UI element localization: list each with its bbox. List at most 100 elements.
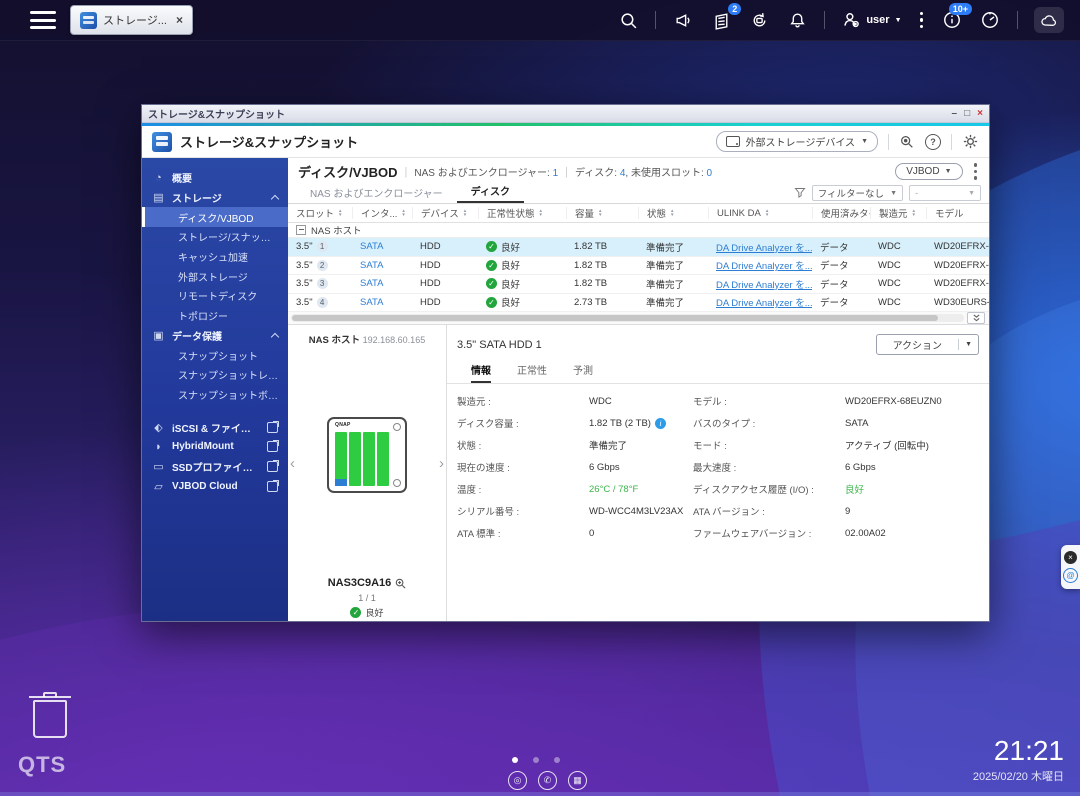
field-value: 6 Gbps [589,460,689,474]
sidebar-item-snapshot-vault[interactable]: スナップショットボールト [142,385,288,405]
sidebar-item-cache-acceleration[interactable]: キャッシュ加速 [142,247,288,267]
sidebar-item-overview[interactable]: ◔ 概要 [142,168,288,188]
notification-center-icon[interactable]: 10+ [941,9,963,31]
close-icon[interactable]: × [176,13,183,27]
tab-information[interactable]: 情報 [471,362,491,383]
recycle-bin[interactable] [22,700,78,738]
drive-bay-2[interactable] [349,432,361,486]
collapse-icon[interactable] [296,225,306,235]
action-button-label: アクション [877,335,959,354]
column-header-status[interactable]: 状態▲▼ [638,207,708,219]
scrollbar-track[interactable] [291,314,964,322]
column-header-manufacturer[interactable]: 製造元▲▼ [870,207,926,219]
column-header-device[interactable]: デバイス▲▼ [412,207,478,219]
field-label: 温度 : [457,482,585,496]
page-more-options-icon[interactable] [972,161,980,182]
header-divider [888,134,889,150]
secondary-filter-value: - [915,188,918,199]
announcement-icon[interactable] [672,9,694,31]
sidebar-group-storage[interactable]: ▤ ストレージ [142,188,288,208]
sidebar-item-snapshot[interactable]: スナップショット [142,345,288,365]
notifications-bell-icon[interactable] [786,9,808,31]
myqnapcloud-icon[interactable] [1034,7,1064,33]
da-drive-analyzer-link[interactable]: DA Drive Analyzer を... [716,240,812,254]
column-header-used-type[interactable]: 使用済みタイ... [812,207,870,219]
minimize-icon[interactable]: – [952,109,958,119]
table-row[interactable]: 3.5"4 SATA HDD ✓良好 2.73 TB 準備完了 DA Drive… [288,294,989,313]
taskbar-app-tab[interactable]: ストレージ... × [70,5,193,35]
close-window-icon[interactable]: × [977,109,983,119]
scrollbar-thumb[interactable] [292,315,938,321]
sidebar-item-disk-vjbod[interactable]: ディスク/VJBOD [142,207,288,227]
sidebar-item-ssd-profiling[interactable]: ▭ SSDプロファイリン... [142,457,288,477]
tab-health[interactable]: 正常性 [517,362,547,383]
tab-nas-enclosure[interactable]: NAS およびエンクロージャー [296,185,457,203]
column-header-capacity[interactable]: 容量▲▼ [566,207,638,219]
table-row[interactable]: 3.5"1 SATA HDD ✓良好 1.82 TB 準備完了 DA Drive… [288,238,989,257]
storage-snapshots-window: ストレージ&スナップショット – □ × ストレージ&スナップショット 外部スト… [141,104,990,622]
drive-bay-1[interactable] [335,432,347,486]
column-header-slot[interactable]: スロット▲▼ [288,207,352,219]
sidebar-group-data-protection[interactable]: ▣ データ保護 [142,326,288,346]
drive-bay-4[interactable] [377,432,389,486]
dashboard-icon[interactable] [979,9,1001,31]
info-icon[interactable]: i [655,418,666,429]
sidebar-item-remote-disk[interactable]: リモートディスク [142,286,288,306]
da-drive-analyzer-link[interactable]: DA Drive Analyzer を... [716,295,812,309]
table-row[interactable]: 3.5"2 SATA HDD ✓良好 1.82 TB 準備完了 DA Drive… [288,257,989,276]
da-drive-analyzer-link[interactable]: DA Drive Analyzer を... [716,258,812,272]
controller-icon[interactable]: × [1064,551,1077,564]
column-header-model[interactable]: モデル [926,207,989,219]
sidebar-item-vjbod-cloud[interactable]: ▱ VJBOD Cloud [142,476,288,496]
field-label: ディスクアクセス履歴 (I/O) : [693,482,841,496]
user-menu[interactable]: user ▼ [841,10,901,30]
desktop-page-dot-3[interactable] [554,757,560,763]
sidebar-item-storage-snapshots[interactable]: ストレージ/スナップショ... [142,227,288,247]
desktop-switch-icon[interactable]: ◎ [508,771,527,790]
app-grid-icon[interactable]: ▦ [568,771,587,790]
sidebar-item-external-storage[interactable]: 外部ストレージ [142,266,288,286]
desktop-page-dot-2[interactable] [533,757,539,763]
sync-icon[interactable] [748,9,770,31]
tab-disk[interactable]: ディスク [457,183,524,203]
prev-device-chevron[interactable]: ‹ [290,455,295,472]
more-options-icon[interactable] [918,10,926,31]
da-drive-analyzer-link[interactable]: DA Drive Analyzer を... [716,277,812,291]
user-icon [841,10,861,30]
vjbod-button[interactable]: VJBOD ▼ [895,163,962,180]
table-row[interactable]: 3.5"3 SATA HDD ✓良好 1.82 TB 準備完了 DA Drive… [288,275,989,294]
column-header-interface[interactable]: インタ...▲▼ [352,207,412,219]
secondary-filter-dropdown[interactable]: - ▼ [909,185,981,201]
disk-icon [726,136,740,147]
sidebar-item-topology[interactable]: トポロジー [142,306,288,326]
scan-settings-icon[interactable] [899,134,915,150]
settings-gear-icon[interactable] [962,133,979,150]
drive-bay-3[interactable] [363,432,375,486]
help-icon[interactable]: ? [925,134,941,150]
filter-dropdown[interactable]: フィルターなし ▼ [812,185,903,201]
sidebar-item-hybridmount[interactable]: ◗ HybridMount [142,437,288,457]
search-icon[interactable] [617,9,639,31]
zoom-in-icon[interactable] [395,578,406,589]
sidebar-item-snapshot-replica[interactable]: スナップショットレプリカ [142,365,288,385]
main-menu-icon[interactable] [30,11,56,29]
maximize-icon[interactable]: □ [964,109,970,119]
remote-access-icon[interactable]: @ [1063,568,1078,583]
background-tasks-icon[interactable]: 2 [710,9,732,31]
filter-funnel-icon[interactable] [794,187,806,199]
external-storage-device-button[interactable]: 外部ストレージデバイス ▼ [716,131,878,152]
table-group-nas-host[interactable]: NAS ホスト [288,223,989,238]
expand-table-button[interactable] [967,312,985,324]
column-header-health[interactable]: 正常性状態▲▼ [478,207,566,219]
window-titlebar[interactable]: ストレージ&スナップショット – □ × [142,105,989,123]
nas-illustration[interactable]: QNAP [327,417,407,493]
desktop-page-dot-1[interactable] [512,757,518,763]
table-header: スロット▲▼ インタ...▲▼ デバイス▲▼ 正常性状態▲▼ 容量▲▼ 状態▲▼… [288,204,989,223]
tab-prediction[interactable]: 予測 [573,362,593,383]
sidebar-item-iscsi-fiber[interactable]: ⬖ iSCSI & ファイバー... [142,417,288,437]
next-device-chevron[interactable]: › [439,455,444,472]
action-button[interactable]: アクション ▼ [876,334,979,355]
quick-tools-icon[interactable]: ✆ [538,771,557,790]
sidebar-item-label: SSDプロファイリン... [172,459,260,474]
column-header-ulink-da[interactable]: ULINK DA▲▼ [708,207,812,219]
